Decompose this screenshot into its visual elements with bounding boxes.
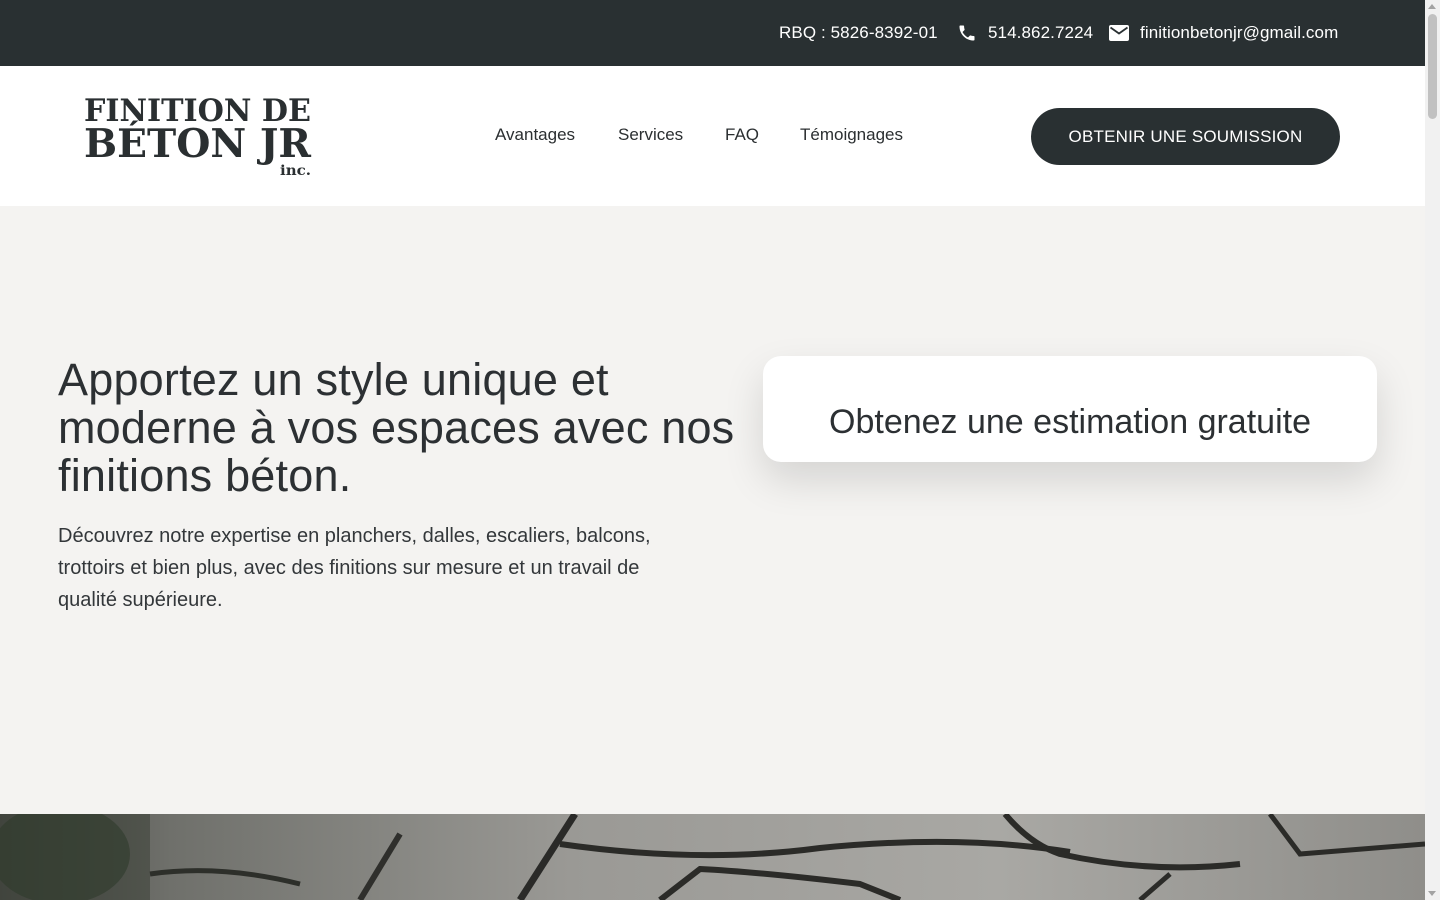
hero-headline: Apportez un style unique et moderne à vo… bbox=[58, 354, 735, 501]
phone-link[interactable]: 514.862.7224 bbox=[957, 0, 1093, 66]
envelope-icon bbox=[1109, 25, 1140, 41]
scroll-down-arrow-icon[interactable] bbox=[1428, 891, 1436, 896]
hero-section: Apportez un style unique et moderne à vo… bbox=[0, 206, 1425, 814]
nav-faq[interactable]: FAQ bbox=[725, 125, 759, 145]
estimate-form-card: Obtenez une estimation gratuite bbox=[763, 356, 1377, 462]
get-quote-label: OBTENIR UNE SOUMISSION bbox=[1068, 126, 1303, 146]
top-contact-bar: RBQ : 5826-8392-01 514.862.7224 finition… bbox=[0, 0, 1425, 66]
phone-number: 514.862.7224 bbox=[988, 23, 1094, 42]
logo-line-3: inc. bbox=[280, 163, 311, 179]
page-scrollbar[interactable] bbox=[1425, 0, 1440, 900]
nav-temoignages[interactable]: Témoignages bbox=[800, 125, 903, 145]
estimate-card-title: Obtenez une estimation gratuite bbox=[829, 402, 1311, 441]
rbq-text: RBQ : 5826-8392-01 bbox=[779, 23, 938, 42]
logo-line-2: BÉTON JR bbox=[84, 120, 312, 167]
get-quote-button[interactable]: OBTENIR UNE SOUMISSION bbox=[1031, 108, 1340, 165]
scroll-up-arrow-icon[interactable] bbox=[1428, 4, 1436, 9]
hero-description: Découvrez notre expertise en planchers, … bbox=[58, 525, 651, 611]
concrete-photo bbox=[0, 814, 1425, 900]
company-logo[interactable]: FINITION DE BÉTON JR inc. bbox=[83, 93, 315, 179]
page: RBQ : 5826-8392-01 514.862.7224 finition… bbox=[0, 0, 1425, 900]
site-header: FINITION DE BÉTON JR inc. Avantages Serv… bbox=[0, 66, 1425, 206]
email-link[interactable]: finitionbetonjr@gmail.com bbox=[1109, 0, 1338, 66]
nav-services[interactable]: Services bbox=[618, 125, 683, 145]
rbq-license: RBQ : 5826-8392-01 bbox=[779, 0, 938, 66]
email-address: finitionbetonjr@gmail.com bbox=[1140, 23, 1339, 42]
scrollbar-thumb[interactable] bbox=[1428, 14, 1437, 119]
nav-avantages[interactable]: Avantages bbox=[495, 125, 575, 145]
phone-icon bbox=[957, 23, 988, 43]
